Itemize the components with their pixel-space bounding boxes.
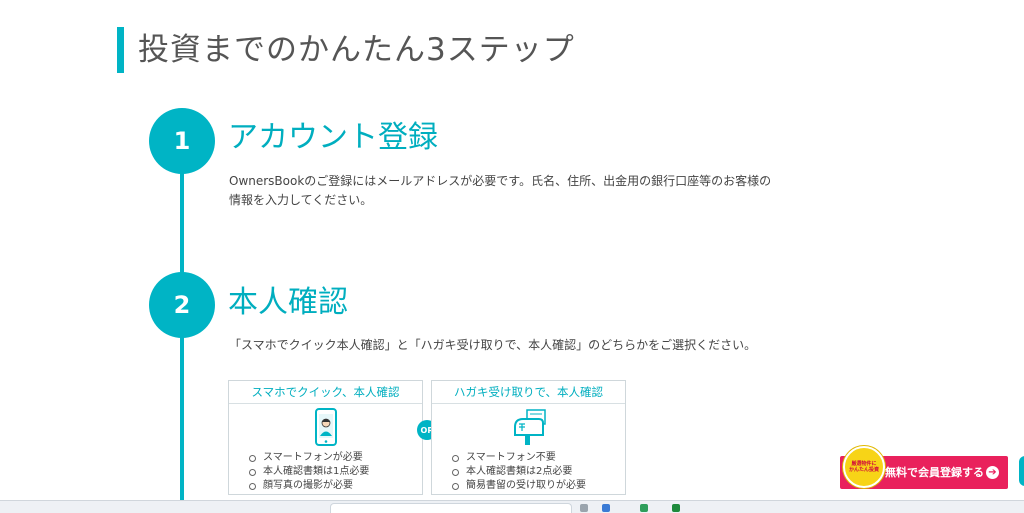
title-accent-bar	[117, 27, 124, 73]
list-item: 本人確認書類は1点必要	[247, 465, 369, 479]
step-2-description: 「スマホでクイック本人確認」と「ハガキ受け取りで、本人確認」のどちらかをご選択く…	[229, 338, 757, 352]
register-free-label[interactable]: 無料で会員登録する	[885, 456, 984, 489]
option-postcard-title: ハガキ受け取りで、本人確認	[432, 381, 625, 404]
option-smartphone-requirements: スマートフォンが必要 本人確認書類は1点必要 顔写真の撮影が必要	[247, 451, 369, 493]
taskbar-app-icon[interactable]	[672, 504, 680, 512]
page-title: 投資までのかんたん3ステップ	[138, 32, 575, 68]
taskbar-app-icon[interactable]	[640, 504, 648, 512]
step-2-number: 2	[149, 272, 215, 338]
step-1-number: 1	[149, 108, 215, 174]
cta-badge: 厳選物件に かんたん投資	[843, 446, 885, 488]
list-item: 簡易書留の受け取りが必要	[450, 479, 586, 493]
step-1-title: アカウント登録	[228, 120, 438, 155]
list-item: 本人確認書類は2点必要	[450, 465, 586, 479]
mailbox-icon	[513, 409, 546, 445]
arrow-right-circle-icon[interactable]: ➔	[986, 466, 999, 479]
option-postcard-card[interactable]: ハガキ受け取りで、本人確認 スマートフォン不要 本人確認書類は2点必要 簡易書留…	[431, 380, 626, 495]
option-postcard-requirements: スマートフォン不要 本人確認書類は2点必要 簡易書留の受け取りが必要	[450, 451, 586, 493]
step-1-description-line-1: OwnersBookのご登録にはメールアドレスが必要です。氏名、住所、出金用の銀…	[229, 174, 772, 188]
step-1-description-line-2: 情報を入力してください。	[229, 193, 373, 207]
side-tab[interactable]	[1019, 456, 1024, 486]
cta-badge-line-2: かんたん投資	[848, 467, 879, 473]
taskbar-app-icon[interactable]	[602, 504, 610, 512]
list-item: スマートフォン不要	[450, 451, 586, 465]
step-2-title: 本人確認	[228, 285, 348, 320]
option-smartphone-title: スマホでクイック、本人確認	[229, 381, 422, 404]
smartphone-selfie-icon	[314, 408, 337, 446]
list-item: 顔写真の撮影が必要	[247, 479, 369, 493]
list-item: スマートフォンが必要	[247, 451, 369, 465]
taskbar-app-icon[interactable]	[580, 504, 588, 512]
option-smartphone-card[interactable]: スマホでクイック、本人確認 スマートフォンが必要 本人確認書類は1点必要 顔写真…	[228, 380, 423, 495]
step-1-description: OwnersBookのご登録にはメールアドレスが必要です。氏名、住所、出金用の銀…	[229, 172, 829, 210]
